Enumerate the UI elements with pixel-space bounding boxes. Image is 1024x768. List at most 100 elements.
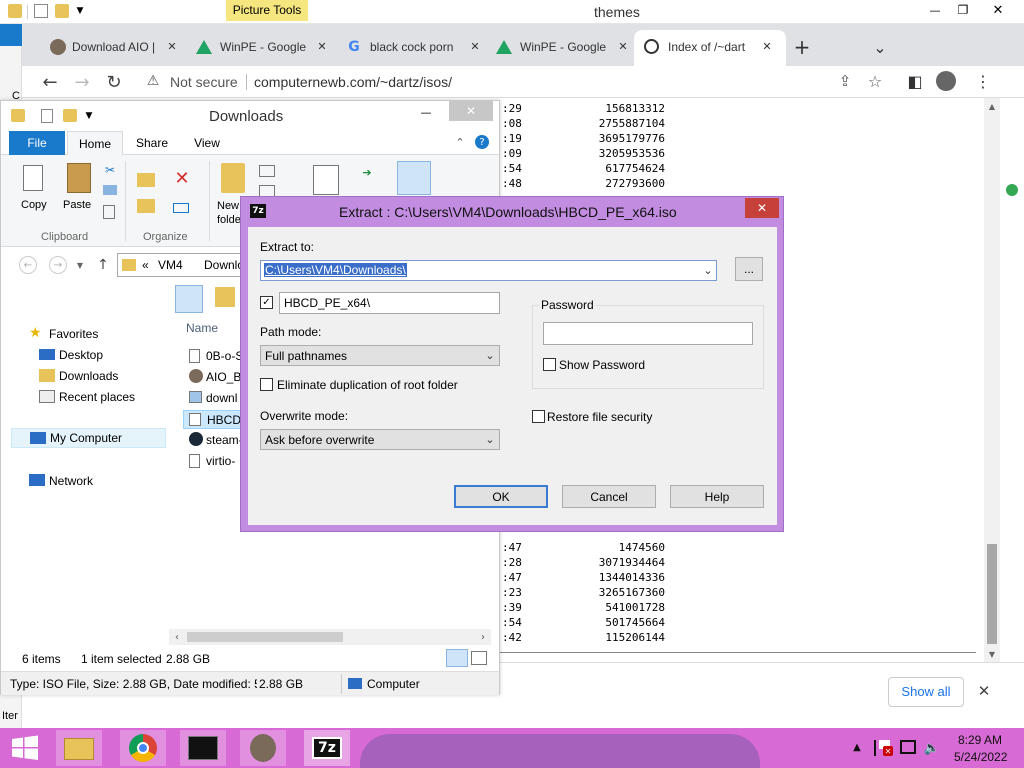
browse-button[interactable]: ... xyxy=(735,257,763,281)
large-icons-view-icon[interactable] xyxy=(471,651,487,665)
close-icon[interactable]: ✕ xyxy=(974,681,994,701)
list-item[interactable]: steam- xyxy=(189,431,245,449)
minimize-button[interactable]: — xyxy=(918,0,952,20)
close-button[interactable]: ✕ xyxy=(449,101,493,121)
tab-search-button[interactable]: ⌄ xyxy=(868,36,892,58)
taskbar-explorer[interactable] xyxy=(56,730,102,766)
breadcrumb-vm4[interactable]: VM4 xyxy=(158,258,183,272)
new-tab-button[interactable]: + xyxy=(790,35,814,59)
chevron-down-icon[interactable]: ⌄ xyxy=(701,262,715,279)
volume-muted-icon[interactable]: 🔈 xyxy=(924,740,940,756)
copy-button[interactable]: Copy xyxy=(13,161,55,217)
chevron-down-icon[interactable]: ▼ xyxy=(75,257,85,273)
scrollbar-thumb[interactable] xyxy=(187,632,343,642)
side-panel-icon[interactable]: ◧ xyxy=(904,70,926,92)
chevron-down-icon[interactable]: ⌄ xyxy=(483,347,497,364)
tab-file[interactable]: File xyxy=(9,131,65,155)
rename-icon[interactable] xyxy=(173,203,189,213)
back-icon[interactable]: ← xyxy=(19,256,37,274)
scroll-down-icon[interactable]: ▼ xyxy=(984,648,1000,660)
move-to-icon[interactable] xyxy=(137,173,155,187)
column-header-name[interactable]: Name xyxy=(186,321,218,335)
ok-button[interactable]: OK xyxy=(454,485,548,508)
show-all-button[interactable]: Show all xyxy=(888,677,964,707)
reload-icon[interactable]: ↻ xyxy=(102,70,126,94)
restore-security-checkbox[interactable] xyxy=(532,410,545,423)
nav-favorites[interactable]: Favorites xyxy=(49,327,98,341)
view-toggle-icon[interactable] xyxy=(215,287,235,307)
tab-download-aio[interactable]: Download AIO | ✕ xyxy=(42,32,182,66)
help-button[interactable]: Help xyxy=(670,485,764,508)
tab-share[interactable]: Share xyxy=(127,131,177,155)
profile-avatar-icon[interactable] xyxy=(936,71,956,91)
clock-date[interactable]: 5/24/2022 xyxy=(954,750,1007,764)
select-icon[interactable] xyxy=(397,161,431,195)
breadcrumb-overflow[interactable]: « xyxy=(142,258,149,272)
back-icon[interactable]: ← xyxy=(38,70,62,94)
close-button[interactable]: ✕ xyxy=(974,0,1022,20)
help-icon[interactable]: ? xyxy=(475,135,489,149)
copy-path-icon[interactable] xyxy=(103,185,117,195)
paste-button[interactable]: Paste xyxy=(59,161,99,217)
explorer-address-bar[interactable]: « VM4 Downlo xyxy=(117,253,247,277)
show-hidden-icons[interactable]: ▲ xyxy=(850,740,864,754)
address-bar-url[interactable]: computernewb.com/~dartz/isos/ xyxy=(254,74,452,90)
tab-winpe-2[interactable]: WinPE - Google ✕ xyxy=(488,32,634,66)
close-icon[interactable]: ✕ xyxy=(760,39,774,53)
tab-google-search[interactable]: G black cock porn ✕ xyxy=(338,32,488,66)
new-item-icon[interactable] xyxy=(259,165,275,177)
list-item[interactable]: AIO_Bo xyxy=(189,368,248,386)
eliminate-duplication-checkbox[interactable] xyxy=(260,378,273,391)
scroll-right-icon[interactable]: › xyxy=(477,631,489,643)
tab-winpe-1[interactable]: WinPE - Google ✕ xyxy=(188,32,334,66)
picture-tools-tab[interactable]: Picture Tools xyxy=(226,0,308,21)
scrollbar-thumb[interactable] xyxy=(987,544,997,644)
up-arrow-icon[interactable]: ↑ xyxy=(95,256,111,274)
clock-time[interactable]: 8:29 AM xyxy=(958,733,1002,747)
properties-large-icon[interactable] xyxy=(313,165,339,195)
network-tray-icon[interactable] xyxy=(900,740,916,754)
extract-to-combobox[interactable]: C:\Users\VM4\Downloads\ ⌄ xyxy=(260,260,717,281)
list-item-selected[interactable]: HBCD_ xyxy=(183,410,248,429)
password-input[interactable] xyxy=(543,322,753,345)
maximize-button[interactable] xyxy=(441,101,449,123)
chevron-down-icon[interactable]: ⌄ xyxy=(483,431,497,448)
preview-pane-icon[interactable] xyxy=(175,285,203,313)
taskbar-7zip[interactable]: 7z xyxy=(304,730,350,766)
show-password-checkbox[interactable] xyxy=(543,358,556,371)
open-icon[interactable]: ➔ xyxy=(359,165,375,179)
extract-to-value[interactable]: C:\Users\VM4\Downloads\ xyxy=(264,263,407,277)
close-icon[interactable]: ✕ xyxy=(616,39,630,53)
cancel-button[interactable]: Cancel xyxy=(562,485,656,508)
close-icon[interactable]: ✕ xyxy=(468,39,482,53)
minimize-button[interactable]: — xyxy=(411,101,441,123)
dialog-close-button[interactable]: ✕ xyxy=(745,198,779,218)
forward-icon[interactable]: → xyxy=(70,70,94,94)
close-icon[interactable]: ✕ xyxy=(315,39,329,53)
close-icon[interactable]: ✕ xyxy=(165,39,179,53)
nav-downloads[interactable]: Downloads xyxy=(59,369,118,383)
overwrite-mode-select[interactable]: Ask before overwrite ⌄ xyxy=(260,429,500,450)
list-item[interactable]: 0B-o-S xyxy=(189,347,245,365)
chevron-down-icon[interactable]: ▼ xyxy=(83,109,95,123)
list-item[interactable]: downl xyxy=(189,389,245,407)
list-item[interactable]: virtio- xyxy=(189,452,245,470)
subfolder-checkbox[interactable]: ✓ xyxy=(260,296,273,309)
collapse-ribbon-icon[interactable]: ⌃ xyxy=(453,135,467,149)
not-secure-label[interactable]: Not secure xyxy=(170,74,238,90)
chevron-down-icon[interactable]: ▼ xyxy=(74,4,86,18)
share-icon[interactable]: ⇪ xyxy=(834,70,856,92)
bookmark-star-icon[interactable]: ☆ xyxy=(864,70,886,92)
horizontal-scrollbar[interactable]: ‹ › xyxy=(169,629,491,645)
maximize-button[interactable]: ❐ xyxy=(952,0,974,20)
start-button[interactable] xyxy=(0,728,50,768)
forward-icon[interactable]: → xyxy=(49,256,67,274)
nav-network[interactable]: Network xyxy=(49,474,93,488)
breadcrumb-downloads[interactable]: Downlo xyxy=(204,258,244,272)
subfolder-input[interactable]: HBCD_PE_x64\ xyxy=(279,292,500,314)
copy-to-icon[interactable] xyxy=(137,199,155,213)
delete-icon[interactable]: ✕ xyxy=(173,168,191,189)
nav-my-computer-row[interactable]: My Computer xyxy=(11,428,166,448)
tab-index-of-active[interactable]: Index of /~dart ✕ xyxy=(634,30,786,66)
page-scrollbar[interactable]: ▲ ▼ xyxy=(984,98,1000,662)
